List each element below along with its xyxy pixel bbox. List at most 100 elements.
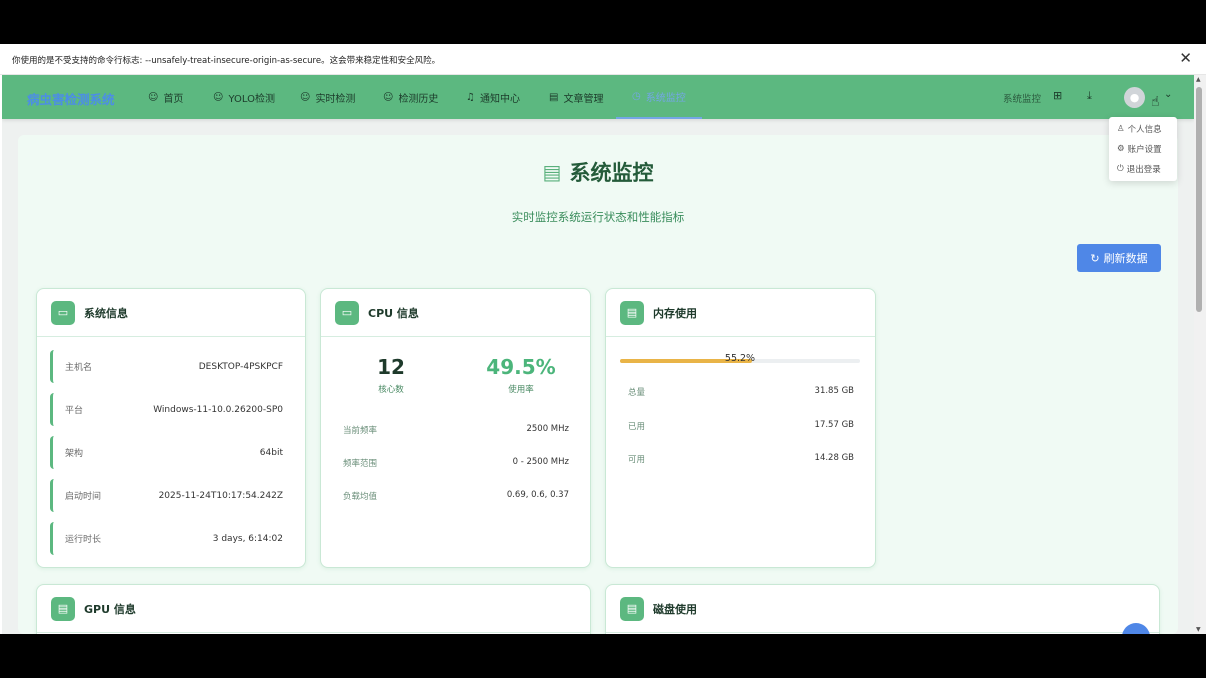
nav-item-realtime[interactable]: ☺ 实时检测 [300,75,355,119]
card-header: ▤ 磁盘使用 [606,585,1159,633]
desktop-icon: ▭ [335,300,359,325]
scroll-down-icon[interactable]: ▼ [1196,626,1201,633]
refresh-label: 刷新数据 [1103,252,1148,265]
info-key: 主机名 [65,363,93,373]
page-title: ▤ 系统监控 [18,157,1178,187]
cpu-usage-stat: 49.5% 使用率 [476,355,566,395]
menu-item-label: 账户设置 [1127,145,1162,155]
menu-item-account-settings[interactable]: ⚙ 账户设置 [1109,139,1177,159]
avatar[interactable]: ● [1124,87,1145,108]
cpu-cores-label: 核心数 [378,385,404,395]
browser-viewport: 你使用的是不受支持的命令行标志: --unsafely-treat-insecu… [0,44,1206,634]
robot-icon: ☺ [383,91,394,103]
unsupported-flag-warning-bar: 你使用的是不受支持的命令行标志: --unsafely-treat-insecu… [0,44,1206,75]
info-value: DESKTOP-4PSKPCF [198,361,283,372]
close-icon[interactable]: ✕ [1179,51,1192,66]
card-title: 内存使用 [653,306,697,320]
nav-item-label: 实时检测 [315,93,356,105]
current-section-label: 系统监控 [1003,94,1042,105]
top-navbar: 病虫害检测系统 ☺ 首页 ☺ YOLO检测 ☺ 实时检测 ☺ 检测历史 ♫ 通知… [2,75,1194,119]
card-header: ▭ 系统信息 [37,289,305,337]
menu-item-logout[interactable]: ⏻ 退出登录 [1109,159,1177,179]
card-header: ▤ GPU 信息 [37,585,590,633]
scroll-up-icon[interactable]: ▲ [1196,76,1201,83]
nav-item-notifications[interactable]: ♫ 通知中心 [466,75,520,119]
info-key: 当前频率 [343,426,378,436]
cpu-cores-value: 12 [377,355,405,379]
page-subtitle: 实时监控系统运行状态和性能指标 [511,210,685,224]
info-row-uptime: 运行时长 3 days, 6:14:02 [50,522,295,555]
refresh-button[interactable]: ↻ 刷新数据 [1077,244,1161,272]
warning-text: 你使用的是不受支持的命令行标志: --unsafely-treat-insecu… [12,56,441,66]
memory-card: ▤ 内存使用 55.2% 总量 31.85 GB 已用 17.57 GB 可用 [605,288,876,568]
nav-item-label: 通知中心 [479,93,520,105]
info-key: 已用 [628,422,646,432]
scrollbar-thumb[interactable] [1196,87,1202,312]
info-key: 可用 [628,455,646,465]
server-icon: ▤ [542,160,562,184]
robot-icon: ☺ [213,91,224,103]
disk-card: ▤ 磁盘使用 [605,584,1160,634]
user-dropdown-menu: ♙ 个人信息 ⚙ 账户设置 ⏻ 退出登录 [1109,117,1177,181]
nav-item-home[interactable]: ☺ 首页 [148,75,183,119]
info-value: 2025-11-24T10:17:54.242Z [158,490,283,501]
nav-item-history[interactable]: ☺ 检测历史 [383,75,438,119]
info-key: 运行时长 [65,535,102,545]
cpu-row-frequency: 当前频率 2500 MHz [343,424,569,436]
card-title: 磁盘使用 [653,602,697,616]
system-info-card: ▭ 系统信息 主机名 DESKTOP-4PSKPCF 平台 Windows-11… [36,288,306,568]
info-value: 0 - 2500 MHz [512,457,569,467]
memory-icon: ▤ [51,596,75,621]
info-value: 2500 MHz [526,424,569,434]
info-key: 启动时间 [65,492,102,502]
gpu-card: ▤ GPU 信息 [36,584,591,634]
menu-item-label: 退出登录 [1126,165,1161,175]
desktop-icon: ▭ [51,300,75,325]
card-title: 系统信息 [84,306,128,320]
info-value: 3 days, 6:14:02 [212,533,283,544]
menu-item-profile[interactable]: ♙ 个人信息 [1109,119,1177,139]
memory-row-used: 已用 17.57 GB [628,420,854,432]
info-key: 架构 [65,449,84,459]
grid-icon[interactable]: ⊞ [1053,89,1062,102]
info-row-boot-time: 启动时间 2025-11-24T10:17:54.242Z [50,479,295,512]
robot-icon: ☺ [148,91,159,103]
memory-row-total: 总量 31.85 GB [628,386,854,398]
memory-row-available: 可用 14.28 GB [628,453,854,465]
memory-icon: ▤ [620,300,644,325]
info-row-architecture: 架构 64bit [50,436,295,469]
info-value: 14.28 GB [814,453,854,463]
nav-item-label: 首页 [163,93,184,105]
info-key: 总量 [628,388,646,398]
memory-percent-label: 55.2% [724,353,756,364]
nav-item-label: 系统监控 [645,92,686,104]
cpu-usage-label: 使用率 [508,385,534,395]
info-value: Windows-11-10.0.26200-SP0 [153,404,283,415]
info-row-platform: 平台 Windows-11-10.0.26200-SP0 [50,393,295,426]
robot-icon: ☺ [300,91,311,103]
cpu-row-frequency-range: 频率范围 0 - 2500 MHz [343,457,569,469]
info-key: 频率范围 [343,459,378,469]
nav-item-monitor[interactable]: ◷ 系统监控 [616,75,702,119]
card-header: ▭ CPU 信息 [321,289,590,337]
chevron-down-icon[interactable]: ⌄ [1164,89,1172,100]
user-icon: ♙ [1117,124,1125,134]
nav-item-label: 检测历史 [398,93,439,105]
nav-item-articles[interactable]: ▤ 文章管理 [549,75,603,119]
document-icon: ▤ [549,91,559,103]
brand-title[interactable]: 病虫害检测系统 [27,89,115,108]
nav-item-yolo[interactable]: ☺ YOLO检测 [213,75,275,119]
card-header: ▤ 内存使用 [606,289,875,337]
cpu-row-load-average: 负载均值 0.69, 0.6, 0.37 [343,490,569,502]
download-icon[interactable]: ⤓ [1087,89,1092,103]
refresh-icon: ↻ [1090,251,1100,265]
disk-icon: ▤ [620,596,644,621]
info-key: 平台 [65,406,84,416]
info-value: 64bit [259,447,283,458]
info-value: 31.85 GB [814,386,854,396]
page-title-text: 系统监控 [569,161,654,185]
info-key: 负载均值 [343,492,378,502]
page-scrollbar[interactable]: ▲ ▼ [1194,75,1206,634]
info-value: 0.69, 0.6, 0.37 [506,490,569,500]
monitor-page: ▤ 系统监控 实时监控系统运行状态和性能指标 ↻ 刷新数据 ▭ 系统信息 主机名… [18,135,1178,634]
